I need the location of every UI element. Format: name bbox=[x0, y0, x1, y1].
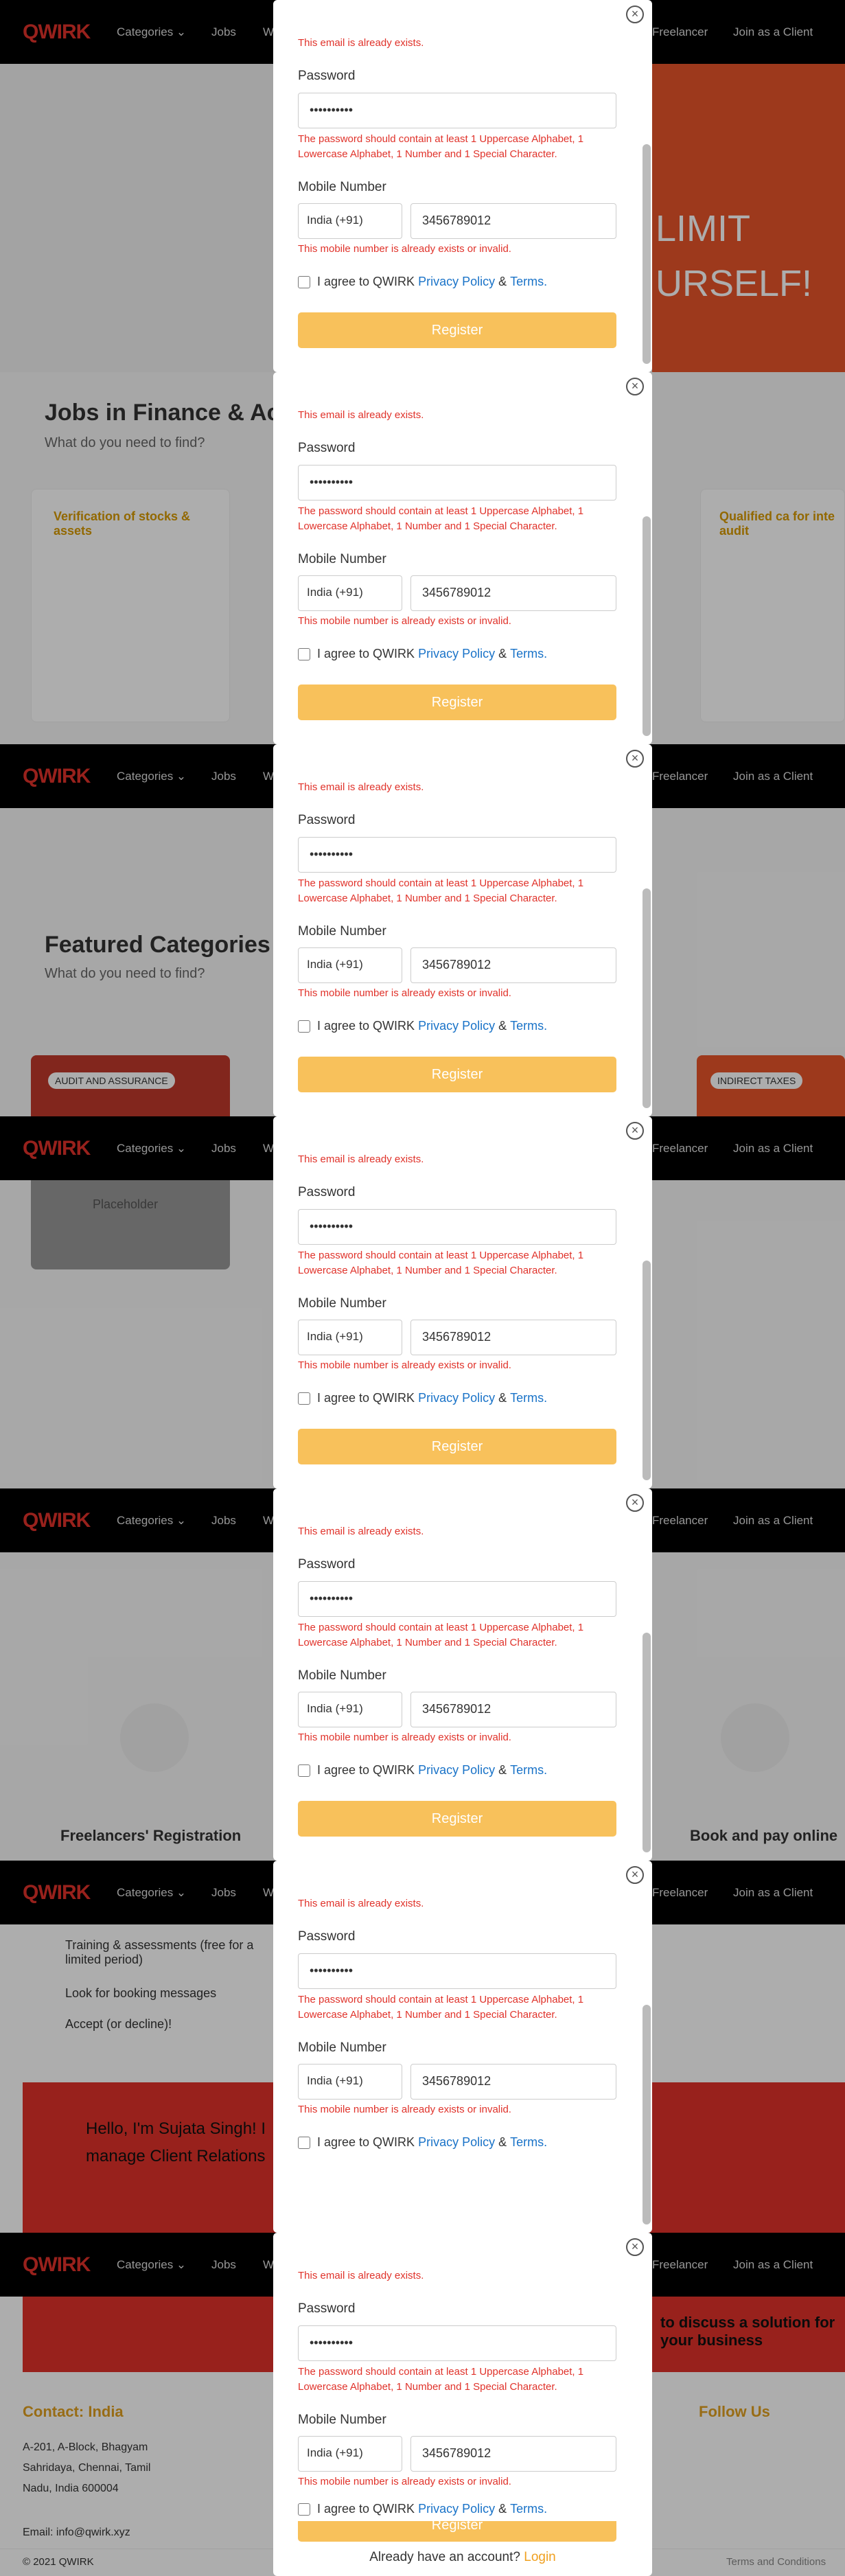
country-select[interactable]: India (+91) bbox=[298, 2436, 402, 2472]
screen-strip-1: QWIRK Categories ⌄ Jobs W Freelancer Joi… bbox=[0, 0, 845, 372]
agree-checkbox[interactable]: I agree to QWIRK Privacy Policy & Terms. bbox=[298, 1763, 547, 1778]
password-input[interactable]: •••••••••• bbox=[298, 1581, 616, 1617]
phone-input[interactable]: 3456789012 bbox=[410, 1692, 616, 1727]
modal-scrollbar[interactable] bbox=[643, 516, 651, 736]
terms-link[interactable]: Terms. bbox=[510, 2135, 547, 2150]
agree-checkbox[interactable]: I agree to QWIRK Privacy Policy & Terms. bbox=[298, 647, 547, 661]
agree-checkbox[interactable]: I agree to QWIRK Privacy Policy & Terms. bbox=[298, 275, 547, 289]
register-modal: This email is already exists. Password •… bbox=[273, 1861, 652, 2233]
screen-strip-2: Jobs in Finance & Ac What do you need to… bbox=[0, 372, 845, 744]
modal-scrollbar[interactable] bbox=[643, 888, 651, 1108]
close-icon[interactable]: × bbox=[626, 5, 644, 23]
checkbox-box[interactable] bbox=[298, 275, 310, 288]
register-button[interactable]: Register bbox=[298, 1801, 616, 1837]
password-input[interactable]: •••••••••• bbox=[298, 93, 616, 128]
register-modal: This email is already exists. Password •… bbox=[273, 1116, 652, 1488]
country-select[interactable]: India (+91) bbox=[298, 203, 402, 239]
screen-strip-5: QWIRK Categories ⌄ Jobs W Freelancer Joi… bbox=[0, 1488, 845, 1861]
password-error: The password should contain at least 1 U… bbox=[298, 133, 584, 160]
phone-input[interactable]: 3456789012 bbox=[410, 2064, 616, 2100]
register-button[interactable]: Register bbox=[298, 1057, 616, 1092]
close-icon[interactable]: × bbox=[626, 1122, 644, 1140]
terms-link[interactable]: Terms. bbox=[510, 1763, 547, 1778]
email-error: This email is already exists. bbox=[298, 37, 424, 49]
agree-checkbox[interactable]: I agree to QWIRK Privacy Policy & Terms. bbox=[298, 2135, 547, 2150]
mobile-error: This mobile number is already exists or … bbox=[298, 243, 511, 255]
password-input[interactable]: •••••••••• bbox=[298, 465, 616, 501]
login-prompt: Already have an account? Login bbox=[369, 2550, 556, 2564]
password-input[interactable]: •••••••••• bbox=[298, 1209, 616, 1245]
close-icon[interactable]: × bbox=[626, 1866, 644, 1884]
country-select[interactable]: India (+91) bbox=[298, 1692, 402, 1727]
close-icon[interactable]: × bbox=[626, 1494, 644, 1512]
terms-link[interactable]: Terms. bbox=[510, 1019, 547, 1033]
register-button[interactable]: Register bbox=[298, 2521, 616, 2542]
register-modal: This email is already exists. Password •… bbox=[273, 372, 652, 744]
screen-strip-6: QWIRK Categories ⌄ Jobs W Freelancer Joi… bbox=[0, 1861, 845, 2233]
close-icon[interactable]: × bbox=[626, 750, 644, 768]
agree-checkbox[interactable]: I agree to QWIRK Privacy Policy & Terms. bbox=[298, 2502, 547, 2516]
password-input[interactable]: •••••••••• bbox=[298, 837, 616, 873]
mobile-label: Mobile Number bbox=[298, 180, 386, 194]
phone-input[interactable]: 3456789012 bbox=[410, 203, 616, 239]
phone-input[interactable]: 3456789012 bbox=[410, 1320, 616, 1355]
register-modal: This email is already exists. Password •… bbox=[273, 1488, 652, 1861]
phone-input[interactable]: 3456789012 bbox=[410, 2436, 616, 2472]
screen-strip-4: QWIRK Categories ⌄ Jobs W Freelancer Joi… bbox=[0, 1116, 845, 1488]
register-button[interactable]: Register bbox=[298, 685, 616, 720]
modal-scrollbar[interactable] bbox=[643, 2005, 651, 2224]
terms-link[interactable]: Terms. bbox=[510, 275, 547, 289]
country-select[interactable]: India (+91) bbox=[298, 947, 402, 983]
register-modal: This email is already exists. Password •… bbox=[273, 744, 652, 1116]
privacy-link[interactable]: Privacy Policy bbox=[418, 1763, 495, 1778]
privacy-link[interactable]: Privacy Policy bbox=[418, 1391, 495, 1405]
country-select[interactable]: India (+91) bbox=[298, 575, 402, 611]
terms-link[interactable]: Terms. bbox=[510, 2502, 547, 2516]
terms-link[interactable]: Terms. bbox=[510, 1391, 547, 1405]
country-select[interactable]: India (+91) bbox=[298, 1320, 402, 1355]
phone-input[interactable]: 3456789012 bbox=[410, 947, 616, 983]
screen-strip-7: QWIRK Categories ⌄ Jobs W Freelancer Joi… bbox=[0, 2233, 845, 2576]
privacy-link[interactable]: Privacy Policy bbox=[418, 275, 495, 289]
agree-checkbox[interactable]: I agree to QWIRK Privacy Policy & Terms. bbox=[298, 1391, 547, 1405]
screen-strip-3: QWIRK Categories ⌄ Jobs W Freelancer Joi… bbox=[0, 744, 845, 1116]
login-link[interactable]: Login bbox=[524, 2550, 556, 2564]
privacy-link[interactable]: Privacy Policy bbox=[418, 647, 495, 661]
modal-scrollbar[interactable] bbox=[643, 144, 651, 364]
terms-link[interactable]: Terms. bbox=[510, 647, 547, 661]
password-input[interactable]: •••••••••• bbox=[298, 1953, 616, 1989]
phone-input[interactable]: 3456789012 bbox=[410, 575, 616, 611]
privacy-link[interactable]: Privacy Policy bbox=[418, 1019, 495, 1033]
register-button[interactable]: Register bbox=[298, 312, 616, 348]
close-icon[interactable]: × bbox=[626, 378, 644, 395]
modal-scrollbar[interactable] bbox=[643, 1261, 651, 1480]
register-modal: This email is already exists. Password •… bbox=[273, 2233, 652, 2542]
register-modal-bottom: Register Already have an account? Login bbox=[273, 2521, 652, 2576]
modal-scrollbar[interactable] bbox=[643, 1633, 651, 1852]
agree-checkbox[interactable]: I agree to QWIRK Privacy Policy & Terms. bbox=[298, 1019, 547, 1033]
password-input[interactable]: •••••••••• bbox=[298, 2325, 616, 2361]
password-label: Password bbox=[298, 69, 356, 83]
privacy-link[interactable]: Privacy Policy bbox=[418, 2135, 495, 2150]
register-button[interactable]: Register bbox=[298, 1429, 616, 1464]
close-icon[interactable]: × bbox=[626, 2238, 644, 2256]
privacy-link[interactable]: Privacy Policy bbox=[418, 2502, 495, 2516]
register-modal: This email is already exists. Password •… bbox=[273, 0, 652, 372]
country-select[interactable]: India (+91) bbox=[298, 2064, 402, 2100]
